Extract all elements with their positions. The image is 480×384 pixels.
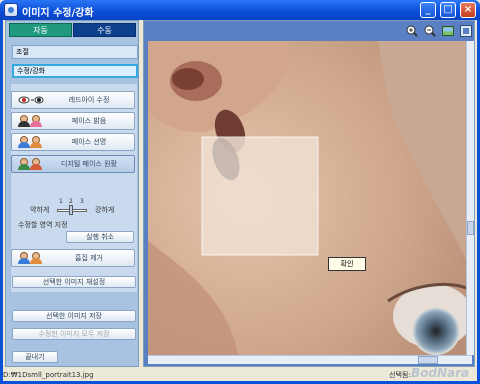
digital-face-smooth-button[interactable]: 디지털 페이스 원활: [11, 155, 135, 173]
view-icon[interactable]: [460, 25, 472, 37]
mode-tabs: 자동 수동: [9, 23, 137, 37]
zoom-in-icon[interactable]: [406, 25, 418, 37]
face-bright-icon: [18, 115, 44, 128]
tab-manual[interactable]: 수동: [73, 23, 136, 37]
status-bar: D:₩1Dsmll_portrait13.jpg 선택됨: BodNara: [3, 366, 477, 381]
area-label: 수정할 영역 지정: [18, 221, 68, 229]
blemish-remove-button[interactable]: 흠집 제거: [11, 249, 135, 267]
client-area: 자동 수동 조절 수정/강화 레드아이 수정 페이스 밝음 페이스 선명 디지털…: [3, 20, 477, 381]
title-bar: 이미지 수정/강화 _ □ ×: [0, 0, 480, 20]
selection-label: 선택됨:: [389, 371, 411, 379]
app-icon: [4, 3, 18, 17]
save-all-button[interactable]: 수정한 이미지 모두 저장: [12, 328, 136, 340]
slider-strong-label: 강하게: [95, 206, 115, 214]
blemish-remove-icon: [18, 252, 44, 265]
red-eye-label: 레드아이 수정: [68, 96, 110, 104]
close-button[interactable]: ×: [460, 2, 476, 18]
app-window: 이미지 수정/강화 _ □ × 자동 수동 조절 수정/강화 레드아이 수정 페…: [0, 0, 480, 384]
undo-button[interactable]: 실행 취소: [66, 231, 134, 243]
slider-tick-1: 1: [59, 198, 63, 205]
digital-face-smooth-icon: [18, 158, 44, 171]
file-path: D:₩1Dsmll_portrait13.jpg: [3, 371, 94, 379]
confirm-button[interactable]: 확인: [328, 257, 366, 271]
tab-auto[interactable]: 자동: [9, 23, 72, 37]
reset-image-button[interactable]: 선택한 이미지 재설정: [12, 276, 136, 288]
zoom-out-icon[interactable]: [424, 25, 436, 37]
vertical-scroll-thumb[interactable]: [467, 221, 474, 235]
image-canvas: 확인: [143, 20, 475, 367]
face-sharp-icon: [18, 136, 44, 149]
face-sharp-button[interactable]: 페이스 선명: [11, 133, 135, 151]
image-icon[interactable]: [442, 25, 454, 37]
face-bright-label: 페이스 밝음: [71, 117, 107, 125]
watermark: BodNara: [411, 366, 470, 380]
slider-thumb[interactable]: [69, 205, 73, 215]
slider-tick-2: 2: [69, 198, 73, 205]
maximize-button[interactable]: □: [440, 2, 456, 18]
horizontal-scroll-thumb[interactable]: [418, 356, 438, 364]
left-panel: 자동 수동 조절 수정/강화 레드아이 수정 페이스 밝음 페이스 선명 디지털…: [5, 20, 139, 367]
minimize-button[interactable]: _: [420, 2, 436, 18]
portrait-photo[interactable]: 확인: [148, 41, 472, 355]
section-adjust[interactable]: 조절: [12, 45, 138, 59]
red-eye-button[interactable]: 레드아이 수정: [11, 91, 135, 109]
vertical-scrollbar[interactable]: [466, 41, 474, 355]
section-correct[interactable]: 수정/강화: [12, 64, 138, 78]
strength-slider: 약하게 1 2 3 강하게: [14, 198, 134, 216]
face-sharp-label: 페이스 선명: [71, 138, 107, 146]
slider-tick-3: 3: [80, 198, 84, 205]
digital-face-smooth-label: 디지털 페이스 원활: [61, 160, 117, 168]
red-eye-icon: [18, 94, 44, 107]
blemish-remove-label: 흠집 제거: [75, 254, 103, 262]
horizontal-scrollbar[interactable]: [148, 355, 472, 364]
exit-button[interactable]: 끝내기: [12, 351, 58, 363]
slider-weak-label: 약하게: [30, 206, 50, 214]
save-selected-button[interactable]: 선택한 이미지 저장: [12, 310, 136, 322]
window-title: 이미지 수정/강화: [22, 8, 94, 19]
portrait-image: [148, 41, 472, 355]
face-bright-button[interactable]: 페이스 밝음: [11, 112, 135, 130]
